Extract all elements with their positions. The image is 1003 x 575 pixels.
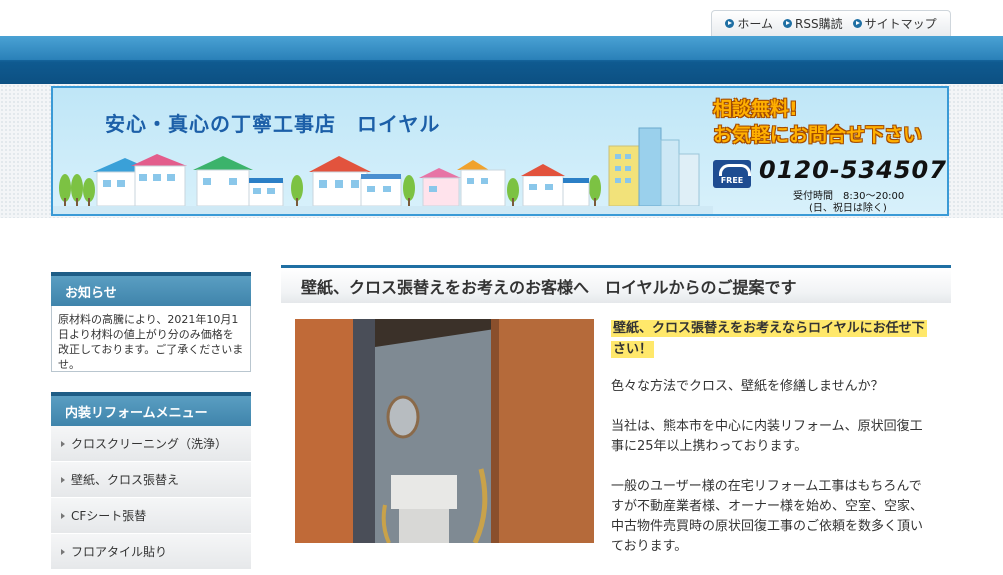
site-title: 安心・真心の丁寧工事店 ロイヤル — [105, 112, 441, 136]
phone-number: 0120-534507 — [759, 156, 947, 184]
nav-home-label: ホーム — [737, 17, 774, 31]
header-band — [0, 36, 1003, 84]
interior-menu-heading: 内装リフォームメニュー — [51, 392, 251, 426]
paragraph-company: 当社は、熊本市を中心に内装リフォーム、原状回復工事に25年以上携わっております。 — [611, 419, 923, 454]
menu-item-wallpaper[interactable]: 壁紙、クロス張替え — [51, 462, 251, 498]
menu-item-floor-tile[interactable]: フロアタイル貼り — [51, 534, 251, 570]
restroom-photo — [295, 319, 594, 543]
triangle-right-icon — [61, 512, 65, 519]
highlight-message: 壁紙、クロス張替えをお考えならロイヤルにお任せ下さい！ — [611, 318, 929, 360]
arrow-circle-icon — [725, 19, 735, 28]
contact-invite-text: お気軽にお問合せ下さい — [713, 124, 923, 146]
paragraph-intro: 色々な方法でクロス、壁紙を修繕しませんか？ — [611, 379, 884, 394]
page-title: 壁紙、クロス張替えをお考えのお客様へ ロイヤルからのご提案です — [281, 265, 951, 303]
holiday-note: (日、祝日は除く) — [809, 203, 887, 214]
notice-heading: お知らせ — [51, 272, 251, 306]
sidebar: お知らせ 原材料の高騰により、2021年10月1日より材料の値上がり分のみ価格を… — [51, 272, 251, 570]
notice-text: 原材料の高騰により、2021年10月1日より材料の値上がり分のみ価格を改正してお… — [51, 306, 251, 372]
free-dial-icon: FREE — [713, 160, 751, 188]
header-banner[interactable]: 安心・真心の丁寧工事店 ロイヤル 相談無料! お気軽にお問合せ下さい FREE … — [51, 86, 949, 216]
paragraph-clients: 一般のユーザー様の在宅リフォーム工事はもちろんですが不動産業者様、オーナー様を始… — [611, 479, 924, 554]
menu-item-label: フロアタイル貼り — [71, 545, 168, 559]
triangle-right-icon — [61, 476, 65, 483]
menu-item-label: 壁紙、クロス張替え — [71, 473, 180, 487]
arrow-circle-icon — [852, 19, 862, 28]
triangle-right-icon — [61, 548, 65, 555]
highlight-text: 壁紙、クロス張替えをお考えならロイヤルにお任せ下さい！ — [611, 320, 927, 358]
nav-sitemap-link[interactable]: サイトマップ — [852, 15, 937, 32]
nav-sitemap-label: サイトマップ — [864, 17, 937, 31]
main-content: 壁紙、クロス張替えをお考えのお客様へ ロイヤルからのご提案です 壁紙、クロス張替… — [281, 265, 951, 554]
nav-rss-link[interactable]: RSS購読 — [783, 15, 843, 32]
nav-home-link[interactable]: ホーム — [725, 15, 773, 32]
nav-rss-label: RSS購読 — [795, 17, 843, 31]
free-consultation-text: 相談無料! — [713, 98, 798, 120]
photo-illustration — [295, 319, 594, 543]
menu-item-cross-cleaning[interactable]: クロスクリーニング（洗浄） — [51, 426, 251, 462]
triangle-right-icon — [61, 440, 65, 447]
menu-item-label: CFシート張替 — [71, 509, 147, 523]
menu-item-label: クロスクリーニング（洗浄） — [71, 437, 228, 451]
menu-item-cf-sheet[interactable]: CFシート張替 — [51, 498, 251, 534]
arrow-circle-icon — [783, 19, 793, 28]
free-dial-label: FREE — [720, 176, 744, 185]
city-illustration — [53, 127, 713, 214]
utility-nav: ホーム RSS購読 サイトマップ — [711, 10, 951, 36]
